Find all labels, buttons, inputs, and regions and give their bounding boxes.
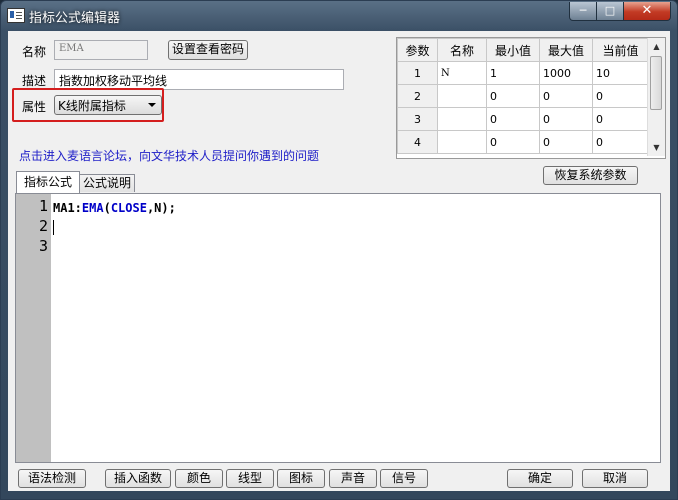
description-label: 描述	[22, 74, 47, 88]
app-icon	[7, 8, 25, 23]
param-max-cell[interactable]: 1000	[539, 61, 593, 85]
param-max-cell[interactable]: 0	[539, 130, 593, 154]
scroll-up-icon[interactable]: ▲	[648, 38, 665, 55]
param-name-cell[interactable]	[437, 130, 487, 154]
name-label: 名称	[22, 45, 47, 59]
name-field: EMA	[54, 40, 148, 60]
param-max-cell[interactable]: 0	[539, 107, 593, 131]
code-rest: ,N);	[146, 201, 176, 215]
code-line: MA1:EMA(CLOSE,N);	[53, 198, 176, 218]
insert-function-button[interactable]: 插入函数	[105, 469, 171, 488]
table-scrollbar[interactable]: ▲ ▼	[647, 38, 665, 156]
dialog-body: 名称 EMA 设置查看密码 描述 指数加权移动平均线 属性 K线附属指标 点击进…	[8, 31, 670, 491]
attribute-label: 属性	[22, 100, 47, 114]
code-keyword: CLOSE	[110, 201, 147, 215]
code-editor[interactable]: 1 2 3 MA1:EMA(CLOSE,N);	[15, 193, 661, 463]
table-row: 2 0 0 0	[397, 84, 649, 108]
param-current-cell[interactable]: 0	[592, 107, 649, 131]
tab-description[interactable]: 公式说明	[79, 174, 135, 192]
close-button[interactable]: ✕	[623, 2, 671, 21]
attribute-select-value: K线附属指标	[58, 99, 126, 113]
forum-link[interactable]: 点击进入麦语言论坛，向文华技术人员提问你遇到的问题	[19, 147, 319, 164]
dropdown-arrow-icon	[148, 103, 156, 107]
restore-params-button[interactable]: 恢复系统参数	[543, 166, 638, 185]
icon-button[interactable]: 图标	[277, 469, 325, 488]
param-min-cell[interactable]: 0	[486, 107, 540, 131]
row-index: 2	[397, 84, 438, 108]
table-row: 4 0 0 0	[397, 130, 649, 154]
row-index: 1	[397, 61, 438, 85]
line-number: 3	[38, 237, 48, 255]
title-bar[interactable]: 指标公式编辑器 ─ □ ✕	[1, 1, 677, 31]
color-button[interactable]: 颜色	[175, 469, 223, 488]
scroll-thumb[interactable]	[650, 56, 662, 110]
param-name-cell[interactable]	[437, 84, 487, 108]
sound-button[interactable]: 声音	[329, 469, 377, 488]
window-title: 指标公式编辑器	[29, 11, 121, 26]
param-name-cell[interactable]	[437, 107, 487, 131]
param-min-cell[interactable]: 1	[486, 61, 540, 85]
param-current-cell[interactable]: 0	[592, 84, 649, 108]
table-row: 3 0 0 0	[397, 107, 649, 131]
code-variable: MA1:	[53, 201, 82, 215]
formula-editor-window: 指标公式编辑器 ─ □ ✕ 名称 EMA 设置查看密码 描述 指数加权移动平均线…	[0, 0, 678, 500]
column-header: 参数	[397, 38, 438, 62]
column-header: 名称	[437, 38, 487, 62]
row-index: 3	[397, 107, 438, 131]
parameter-table: 参数 名称 最小值 最大值 当前值 1 N 1 1000 10 2 0 0 0 …	[396, 37, 666, 159]
param-min-cell[interactable]: 0	[486, 84, 540, 108]
param-current-cell[interactable]: 10	[592, 61, 649, 85]
code-function: EMA	[81, 201, 104, 215]
param-max-cell[interactable]: 0	[539, 84, 593, 108]
param-min-cell[interactable]: 0	[486, 130, 540, 154]
param-current-cell[interactable]: 0	[592, 130, 649, 154]
column-header: 当前值	[592, 38, 649, 62]
row-index: 4	[397, 130, 438, 154]
line-type-button[interactable]: 线型	[226, 469, 274, 488]
signal-button[interactable]: 信号	[380, 469, 428, 488]
scroll-down-icon[interactable]: ▼	[648, 139, 665, 156]
cancel-button[interactable]: 取消	[582, 469, 648, 488]
table-row: 1 N 1 1000 10	[397, 61, 649, 85]
text-caret	[53, 220, 54, 235]
line-number-gutter: 1 2 3	[16, 194, 51, 462]
syntax-check-button[interactable]: 语法检测	[18, 469, 86, 488]
param-name-cell[interactable]: N	[437, 61, 487, 85]
minimize-button[interactable]: ─	[569, 2, 597, 21]
ok-button[interactable]: 确定	[507, 469, 573, 488]
tab-formula[interactable]: 指标公式	[16, 171, 80, 193]
set-password-button[interactable]: 设置查看密码	[168, 40, 248, 60]
code-paren: (	[103, 201, 111, 215]
table-header-row: 参数 名称 最小值 最大值 当前值	[397, 38, 649, 62]
line-number: 2	[38, 217, 48, 235]
line-number: 1	[38, 197, 48, 215]
column-header: 最小值	[486, 38, 540, 62]
maximize-button[interactable]: □	[596, 2, 624, 21]
attribute-select[interactable]: K线附属指标	[54, 95, 162, 115]
description-field[interactable]: 指数加权移动平均线	[54, 69, 344, 90]
column-header: 最大值	[539, 38, 593, 62]
